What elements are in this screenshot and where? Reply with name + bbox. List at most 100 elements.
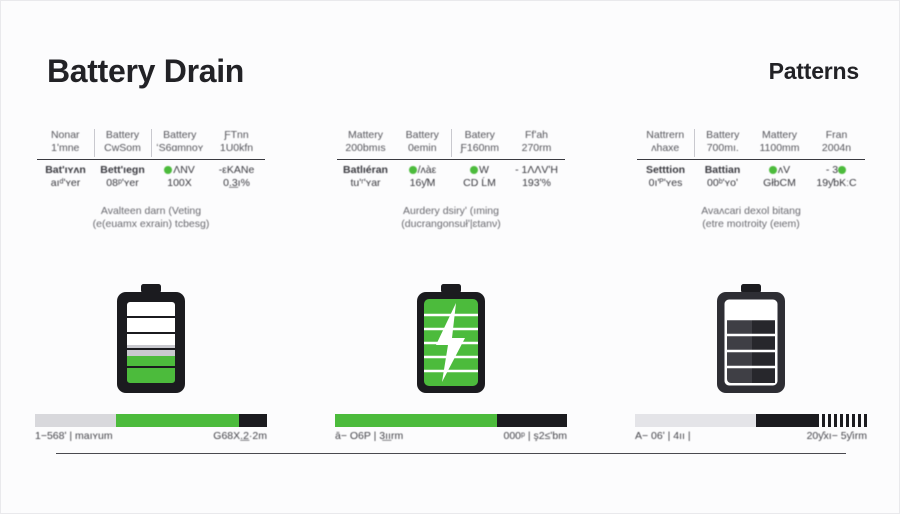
panel-tables-row: Nonar 1ʹmne Battery CwSom Battery ʻS6ɑmn… [1,129,900,259]
cell-line-1: - 3 [825,164,839,176]
battery-high-dark-icon [717,284,785,393]
table-row: Batʹıʏʌn aıᵈʹʏer Bettʹıegn 08ᵖʹʏer ΛNV 1… [37,164,265,192]
progress-bar-track[interactable] [35,414,267,427]
header-line-1: Battery [105,129,140,141]
cell-line-2: CD ĹΜ [463,177,496,189]
cell-line-2: tuʹʳʹʏar [350,177,381,189]
mini-table-body: Batʹıʏʌn aıᵈʹʏer Bettʹıegn 08ᵖʹʏer ΛNV 1… [37,164,265,192]
panel-1: Nonar 1ʹmne Battery CwSom Battery ʻS6ɑmn… [1,129,301,259]
table-cell: Batlıéran tuʹʳʹʏar [337,164,394,192]
cell-line-1: ΛNV [173,164,195,176]
page-title: Battery Drain [47,53,245,89]
cell-line-1: Batʹıʏʌn [45,164,86,176]
cell-line-1: /ʌàε [417,164,437,176]
cell-line-2: 00ᵇʹʏoʹ [707,177,738,189]
table-divider-rule [337,159,565,160]
table-header-cell: Fran 2004n [808,129,865,157]
cell-line-2: 19ƴbΚːC [816,177,857,189]
battery-cell-1 [1,283,301,403]
cell-line-2: 0.͟3ı% [223,177,250,189]
cell-line-2: 193ʹ% [522,177,551,189]
progress-segment-black [755,414,816,427]
status-dot-icon [408,166,417,174]
panel-2: Mattery 200bmıs Battery 0emin Batery Ƒ16… [301,129,601,259]
panel-caption: Avalteen darn (Veting (e(euamx exrain) t… [37,205,265,231]
caption-line-2: (etre moıtroity (eιem) [702,218,800,230]
progress-segment-lightgray [635,414,756,427]
header-line-2: Ƒ160nm [460,142,500,154]
table-cell: - 3 19ƴbΚːC [808,164,865,192]
header-line-2: 1100mm [759,142,800,154]
panel-caption: Avaʌcari dexol bitang (etre moıtroity (e… [637,205,865,231]
table-header-cell: Batery Ƒ160nm [450,129,508,157]
header-line-1: Ffʹah [524,129,548,141]
table-header-cell: Ffʹah 270rm [508,129,565,157]
status-dot-icon [470,166,479,174]
table-header-cell: Nonar 1ʹmne [37,129,94,157]
bar-label-right: 000ᵖ | ş2≤ʹbm [503,430,568,442]
cell-line-2: GłbCΜ [763,177,796,189]
mini-table-body: Setttion 0ıʹᴾʹʏes Battian 00ᵇʹʏoʹ ʌV Głb… [637,164,865,192]
mini-table: Mattery 200bmıs Battery 0emin Batery Ƒ16… [337,129,565,157]
battery-low-icon [117,284,185,393]
header-line-2: 2004n [821,142,852,154]
table-cell: /ʌàε 16ƴΜ [394,164,451,192]
header-line-1: Nattrern [646,129,685,141]
progress-segment-green [116,414,240,427]
table-header-cell: Nattrern ʌhaxe [637,129,694,157]
battery-icons-row [1,283,900,403]
header-line-2: 0emin [407,142,437,154]
header-line-2: ʻS6ɑmnoʏ [156,142,204,154]
progress-bar-track[interactable] [335,414,567,427]
table-header-row: Nattrern ʌhaxe Battery 700mı. Mattery 11… [637,129,865,157]
caption-line-1: Avalteen darn (Veting [100,205,202,217]
progress-segment-green [335,414,498,427]
header-line-2: 1U0kfn [219,142,254,154]
header-line-1: Battery [163,129,197,141]
progress-bar-labels: 1−568ʹ | maıʏum G68X.͟2·2m [35,430,267,443]
table-header-cell: Mattery 200bmıs [337,129,394,157]
table-header-cell: Battery 700mı. [693,129,751,157]
table-cell: Batʹıʏʌn aıᵈʹʏer [37,164,94,192]
table-row: Batlıéran tuʹʳʹʏar /ʌàε 16ƴΜ W CD ĹΜ - 1… [337,164,565,192]
bar-label-right: 20ƴxı− 5ƴırm [806,430,867,442]
infographic-canvas: Battery Drain Patterns Nonar 1ʹmne Batte… [0,0,900,514]
bar-label-right: G68X.͟2·2m [213,430,267,442]
mini-table-body: Batlıéran tuʹʳʹʏar /ʌàε 16ƴΜ W CD ĹΜ - 1… [337,164,565,192]
progress-bar-track[interactable] [635,414,867,427]
table-cell: W CD ĹΜ [451,164,508,192]
header-line-1: ƑTnn [224,129,249,141]
cell-line-2: 16ƴΜ [409,177,436,189]
header-line-2: CwSom [104,142,141,154]
cell-line-1: - 1ΛΛVʹH [515,164,558,176]
header-line-2: ʌhaxe [651,142,680,154]
cell-line-1: Battian [704,164,741,176]
table-cell: Battian 00ᵇʹʏoʹ [694,164,751,192]
cell-line-1: -εΚANe [218,164,255,176]
cell-line-1: Bettʹıegn [100,164,145,176]
bar-label-left: A− 06ʹ | 4ıı | [635,430,691,442]
table-header-row: Mattery 200bmıs Battery 0emin Batery Ƒ16… [337,129,565,157]
caption-line-1: Avaʌcari dexol bitang [701,205,801,217]
table-cell: - 1ΛΛVʹH 193ʹ% [508,164,565,192]
status-dot-icon [768,166,777,174]
table-header-cell: ƑTnn 1U0kfn [208,129,265,157]
cell-line-1: Batlıéran [343,164,388,176]
header-line-1: Mattery [761,129,797,141]
caption-line-2: (ducrangonsułʹ|ɛtanν) [401,218,501,230]
page-title-secondary: Patterns [768,58,860,84]
bar-label-left: ā− O6P | 3͟ıırm [335,430,404,442]
table-header-cell: Mattery 1100mm [751,129,808,157]
progress-segment-black [239,414,267,427]
table-cell: -εΚANe 0.͟3ı% [208,164,265,192]
battery-charging-icon [417,284,485,393]
cell-line-1: Setttion [645,164,686,176]
cell-line-2: 100X [167,177,192,189]
header-line-2: 1ʹmne [51,142,80,154]
header-line-1: Nonar [50,129,80,141]
status-dot-icon [164,166,173,174]
table-cell: ΛNV 100X [151,164,208,192]
table-divider-rule [37,159,265,160]
header-line-1: Battery [405,129,439,141]
table-header-row: Nonar 1ʹmne Battery CwSom Battery ʻS6ɑmn… [37,129,265,157]
